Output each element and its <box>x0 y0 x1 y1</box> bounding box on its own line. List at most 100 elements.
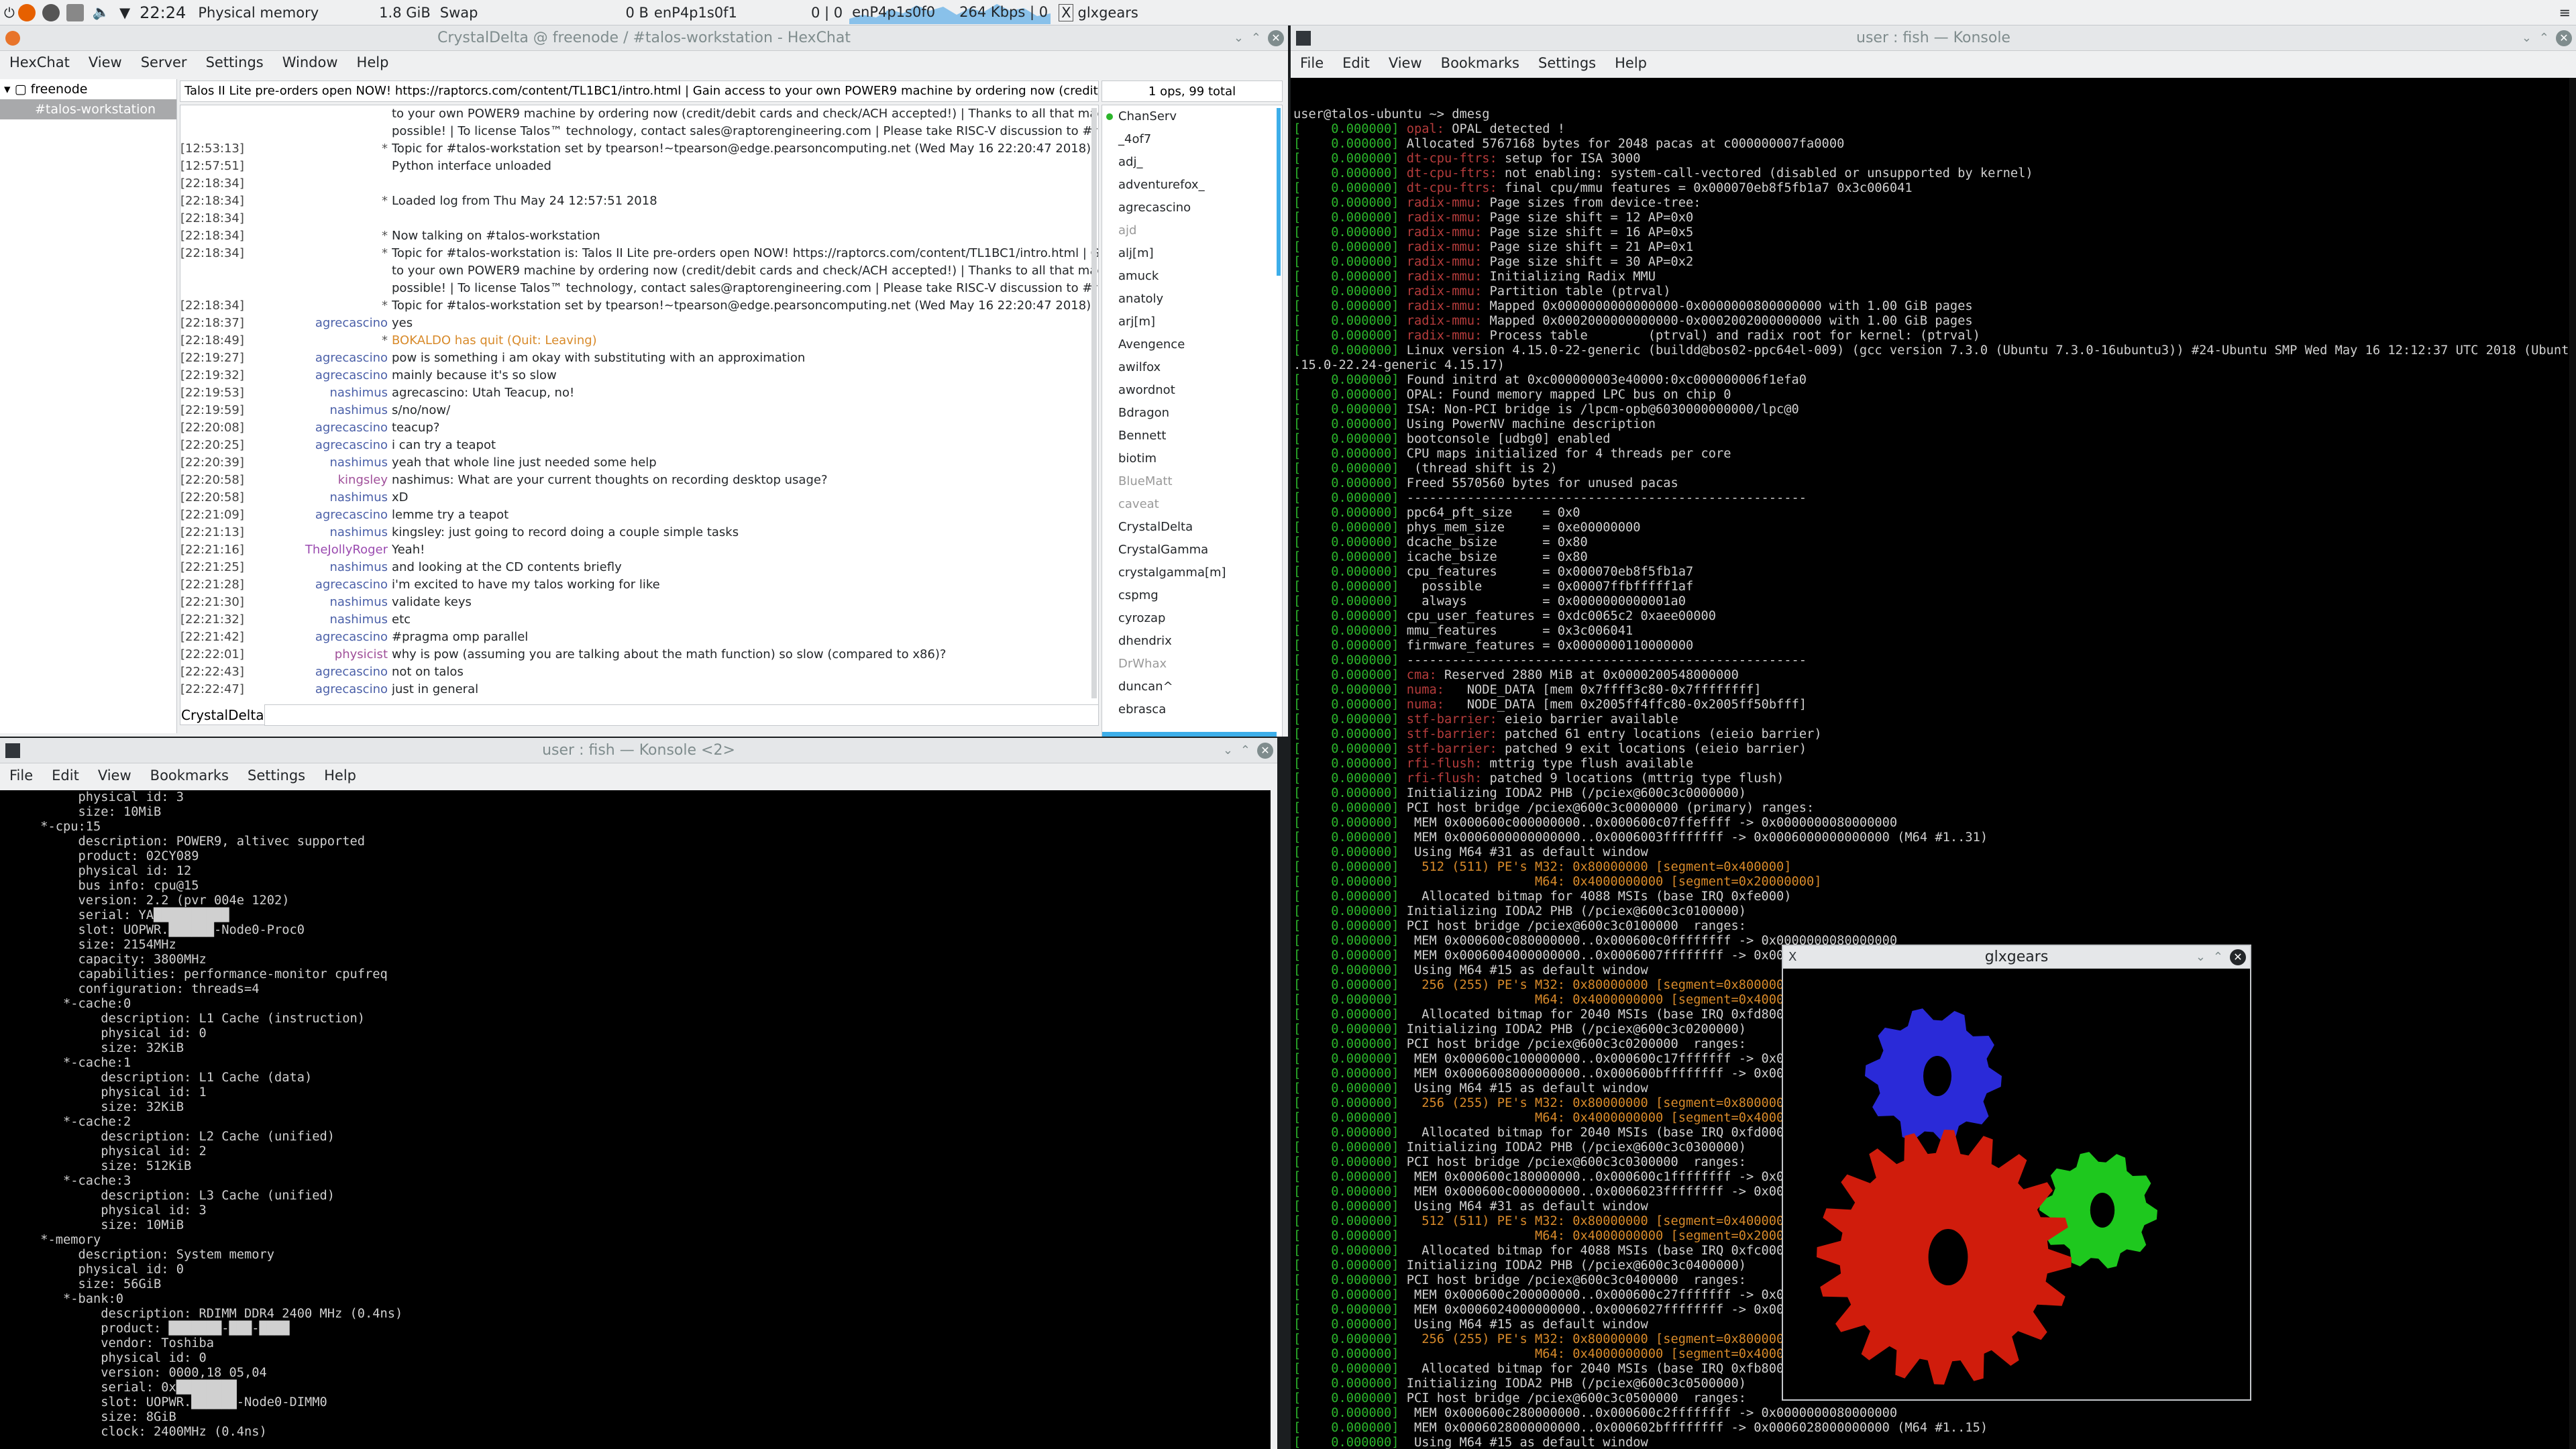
menu-server[interactable]: Server <box>131 54 197 70</box>
menu-file[interactable]: File <box>1291 55 1333 71</box>
chat-nick[interactable]: nashimus <box>254 594 392 611</box>
chat-nick[interactable] <box>254 280 392 297</box>
x-window-icon[interactable]: X <box>1059 3 1074 21</box>
tree-channel[interactable]: #talos-workstation <box>0 99 176 119</box>
user-list-item[interactable]: cspmg <box>1102 584 1282 607</box>
menu-settings[interactable]: Settings <box>197 54 273 70</box>
hexchat-titlebar[interactable]: CrystalDelta @ freenode / #talos-worksta… <box>0 25 1288 51</box>
user-list-item[interactable]: adj_ <box>1102 151 1282 174</box>
message-input[interactable] <box>264 704 1099 726</box>
close-icon[interactable]: ✕ <box>1257 743 1273 759</box>
minimize-icon[interactable]: ⌄ <box>1223 743 1233 757</box>
chat-nick[interactable] <box>254 158 392 175</box>
user-list-item[interactable]: BlueMatt <box>1102 470 1282 493</box>
menu-hexchat[interactable]: HexChat <box>0 54 79 70</box>
menu-help[interactable]: Help <box>1605 55 1656 71</box>
chat-nick[interactable]: agrecascino <box>254 315 392 332</box>
clock[interactable]: 22:24 <box>140 3 186 22</box>
nick-label[interactable]: CrystalDelta <box>181 704 264 726</box>
userlist-hscroll[interactable] <box>1102 732 1277 737</box>
menu-arrow-icon[interactable]: ▼ <box>119 5 130 21</box>
chat-nick[interactable]: physicist <box>254 646 392 663</box>
chat-nick[interactable] <box>254 105 392 123</box>
maximize-icon[interactable]: ⌃ <box>2539 31 2549 45</box>
chat-nick[interactable]: agrecascino <box>254 629 392 646</box>
user-list-item[interactable]: ebrasca <box>1102 698 1282 721</box>
chat-nick[interactable]: nashimus <box>254 454 392 472</box>
chat-nick[interactable] <box>254 210 392 227</box>
chat-nick[interactable]: * <box>254 140 392 158</box>
firefox-icon[interactable] <box>17 3 36 21</box>
chat-nick[interactable] <box>254 262 392 280</box>
user-list-item[interactable]: CrystalDelta <box>1102 516 1282 539</box>
user-list-item[interactable]: Avengence <box>1102 333 1282 356</box>
user-list-item[interactable]: arj[m] <box>1102 311 1282 333</box>
chat-nick[interactable]: agrecascino <box>254 350 392 367</box>
chat-nick[interactable]: agrecascino <box>254 576 392 594</box>
menu-view[interactable]: View <box>1379 55 1432 71</box>
chat-nick[interactable]: agrecascino <box>254 419 392 437</box>
chat-nick[interactable]: agrecascino <box>254 367 392 384</box>
chat-nick[interactable]: nashimus <box>254 384 392 402</box>
user-list-item[interactable]: adventurefox_ <box>1102 174 1282 197</box>
chat-nick[interactable]: kingsley <box>254 472 392 489</box>
active-task[interactable]: glxgears <box>1077 5 1138 21</box>
collapse-icon[interactable]: ▾ ▢ <box>4 82 31 97</box>
user-list-item[interactable]: crystalgamma[m] <box>1102 561 1282 584</box>
user-list-item[interactable]: DrWhax <box>1102 653 1282 676</box>
user-list-item[interactable]: CrystalGamma <box>1102 539 1282 561</box>
chat-nick[interactable] <box>254 175 392 193</box>
maximize-icon[interactable]: ⌃ <box>2213 950 2223 964</box>
chat-nick[interactable]: agrecascino <box>254 506 392 524</box>
app-launcher-icon[interactable]: ⏻ <box>4 5 15 21</box>
minimize-icon[interactable]: ⌄ <box>1234 31 1244 45</box>
close-icon[interactable]: ✕ <box>2556 30 2572 46</box>
chat-log[interactable]: to your own POWER9 machine by ordering n… <box>180 105 1099 725</box>
user-list[interactable]: ChanServ _4of7 adj_ adventurefox_ agrecascin… <box>1102 105 1283 737</box>
glxgears-titlebar[interactable]: X glxgears ⌄ ⌃ ✕ <box>1783 946 2250 969</box>
menu-settings[interactable]: Settings <box>238 767 315 784</box>
chat-nick[interactable]: nashimus <box>254 489 392 506</box>
menu-window[interactable]: Window <box>273 54 347 70</box>
user-list-item[interactable]: awordnot <box>1102 379 1282 402</box>
chat-nick[interactable]: * <box>254 245 392 262</box>
konsole2-terminal[interactable]: physical id: 3 size: 10MiB *-cpu:15 desc… <box>0 790 1271 1449</box>
user-list-item[interactable]: alj[m] <box>1102 242 1282 265</box>
minimize-icon[interactable]: ⌄ <box>2196 950 2206 964</box>
user-list-item[interactable]: amuck <box>1102 265 1282 288</box>
konsole2-titlebar[interactable]: user : fish — Konsole <2> ⌄ ⌃ ✕ <box>0 738 1277 763</box>
volume-icon[interactable]: 🔈 <box>93 4 110 21</box>
konsole1-scrollbar[interactable] <box>2569 78 2576 1449</box>
chat-nick[interactable]: * <box>254 332 392 350</box>
menu-edit[interactable]: Edit <box>1333 55 1379 71</box>
maximize-icon[interactable]: ⌃ <box>1251 31 1261 45</box>
user-list-item[interactable]: ChanServ <box>1102 105 1282 128</box>
chat-nick[interactable]: nashimus <box>254 611 392 629</box>
user-list-item[interactable]: dhendrix <box>1102 630 1282 653</box>
user-list-item[interactable]: Bennett <box>1102 425 1282 447</box>
user-list-item[interactable]: _4of7 <box>1102 128 1282 151</box>
user-list-item[interactable]: Bdragon <box>1102 402 1282 425</box>
user-list-item[interactable]: duncan^ <box>1102 676 1282 698</box>
konsole1-titlebar[interactable]: user : fish — Konsole ⌄ ⌃ ✕ <box>1291 25 2576 51</box>
minimize-icon[interactable]: ⌄ <box>2522 31 2532 45</box>
menu-help[interactable]: Help <box>315 767 366 784</box>
topic-bar[interactable]: Talos II Lite pre-orders open NOW! https… <box>180 80 1099 102</box>
chat-nick[interactable]: TheJollyRoger <box>254 541 392 559</box>
user-list-item[interactable]: biotim <box>1102 447 1282 470</box>
taskbar-menu-icon[interactable]: ≡ <box>2559 5 2571 21</box>
user-list-item[interactable]: caveat <box>1102 493 1282 516</box>
userlist-scrollbar[interactable] <box>1277 108 1281 276</box>
menu-edit[interactable]: Edit <box>42 767 89 784</box>
chat-nick[interactable]: nashimus <box>254 559 392 576</box>
chat-nick[interactable]: nashimus <box>254 524 392 541</box>
chat-nick[interactable]: agrecascino <box>254 437 392 454</box>
menu-bookmarks[interactable]: Bookmarks <box>141 767 238 784</box>
menu-help[interactable]: Help <box>347 54 398 70</box>
files-icon[interactable] <box>66 3 84 21</box>
menu-file[interactable]: File <box>0 767 42 784</box>
chat-scrollbar[interactable] <box>1091 108 1097 698</box>
gears-canvas[interactable] <box>1783 969 2250 1398</box>
user-list-item[interactable]: agrecascino <box>1102 197 1282 219</box>
chat-nick[interactable] <box>254 123 392 140</box>
